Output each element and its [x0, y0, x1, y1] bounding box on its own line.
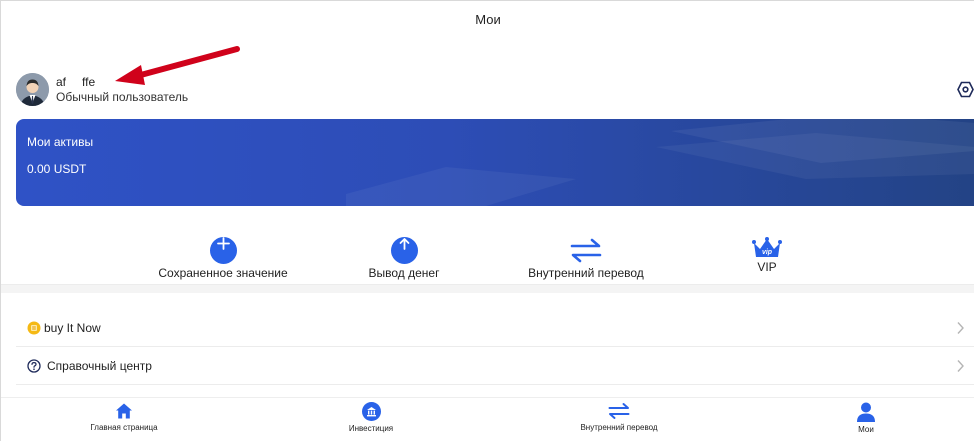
nav-label: Внутренний перевод	[580, 423, 658, 432]
home-icon	[116, 403, 132, 419]
vip-label: VIP	[757, 260, 777, 274]
page-title: Мои	[475, 12, 501, 27]
avatar-image	[16, 73, 49, 106]
username-start: af	[56, 75, 67, 89]
arrow-up-icon	[390, 237, 418, 264]
svg-text:vip: vip	[762, 249, 773, 256]
plus-icon	[209, 237, 237, 264]
deposit-label: Сохраненное значение	[158, 266, 288, 280]
assets-card[interactable]: Мои активы 0.00 USDT	[16, 119, 974, 206]
invest-icon	[361, 402, 381, 421]
nav-item-home[interactable]: Главная страница	[84, 402, 164, 432]
username-end: ffe	[82, 75, 96, 89]
user-level: Обычный пользователь	[56, 90, 189, 104]
help-icon	[27, 359, 41, 373]
nav-item-investment[interactable]: Инвестиция	[336, 402, 406, 433]
nav-label: Инвестиция	[348, 424, 394, 433]
chevron-right-icon	[957, 360, 964, 372]
username: af ffe	[56, 75, 95, 89]
section-divider	[1, 284, 974, 293]
menu-item-label: buy It Now	[44, 321, 101, 335]
nav-label: Мои	[858, 425, 874, 434]
internal-transfer-label: Внутренний перевод	[528, 266, 644, 280]
nav-item-internal-transfer[interactable]: Внутренний перевод	[574, 402, 664, 432]
bottom-nav: Главная страница Инвестиция Внутренний п…	[1, 397, 974, 441]
nav-item-my[interactable]: Мои	[846, 402, 886, 434]
chevron-right-icon	[957, 322, 964, 334]
internal-transfer-button[interactable]: Внутренний перевод	[521, 237, 651, 280]
menu-item-label: Справочный центр	[47, 359, 152, 373]
user-icon	[857, 402, 875, 422]
vip-crown-icon: vip	[752, 237, 782, 257]
nav-label: Главная страница	[90, 423, 158, 432]
vip-button[interactable]: vip VIP	[739, 237, 795, 274]
withdraw-button[interactable]: Вывод денег	[354, 237, 454, 280]
avatar[interactable]	[16, 73, 49, 106]
assets-title: Мои активы	[27, 135, 94, 149]
deposit-button[interactable]: Сохраненное значение	[153, 237, 293, 280]
annotation-arrow-icon	[115, 46, 240, 85]
coin-icon	[27, 321, 41, 335]
menu-item-help-center[interactable]: Справочный центр	[16, 347, 974, 385]
menu-item-buy-it-now[interactable]: buy It Now	[16, 309, 974, 347]
settings-icon[interactable]	[957, 81, 974, 98]
transfer-icon	[608, 403, 630, 419]
transfer-icon	[570, 238, 602, 263]
withdraw-label: Вывод денег	[368, 266, 440, 280]
assets-balance: 0.00 USDT	[27, 162, 87, 176]
page: Мои af ffe Обычный пользователь Мои акти…	[0, 0, 974, 441]
card-decoration	[346, 119, 974, 206]
